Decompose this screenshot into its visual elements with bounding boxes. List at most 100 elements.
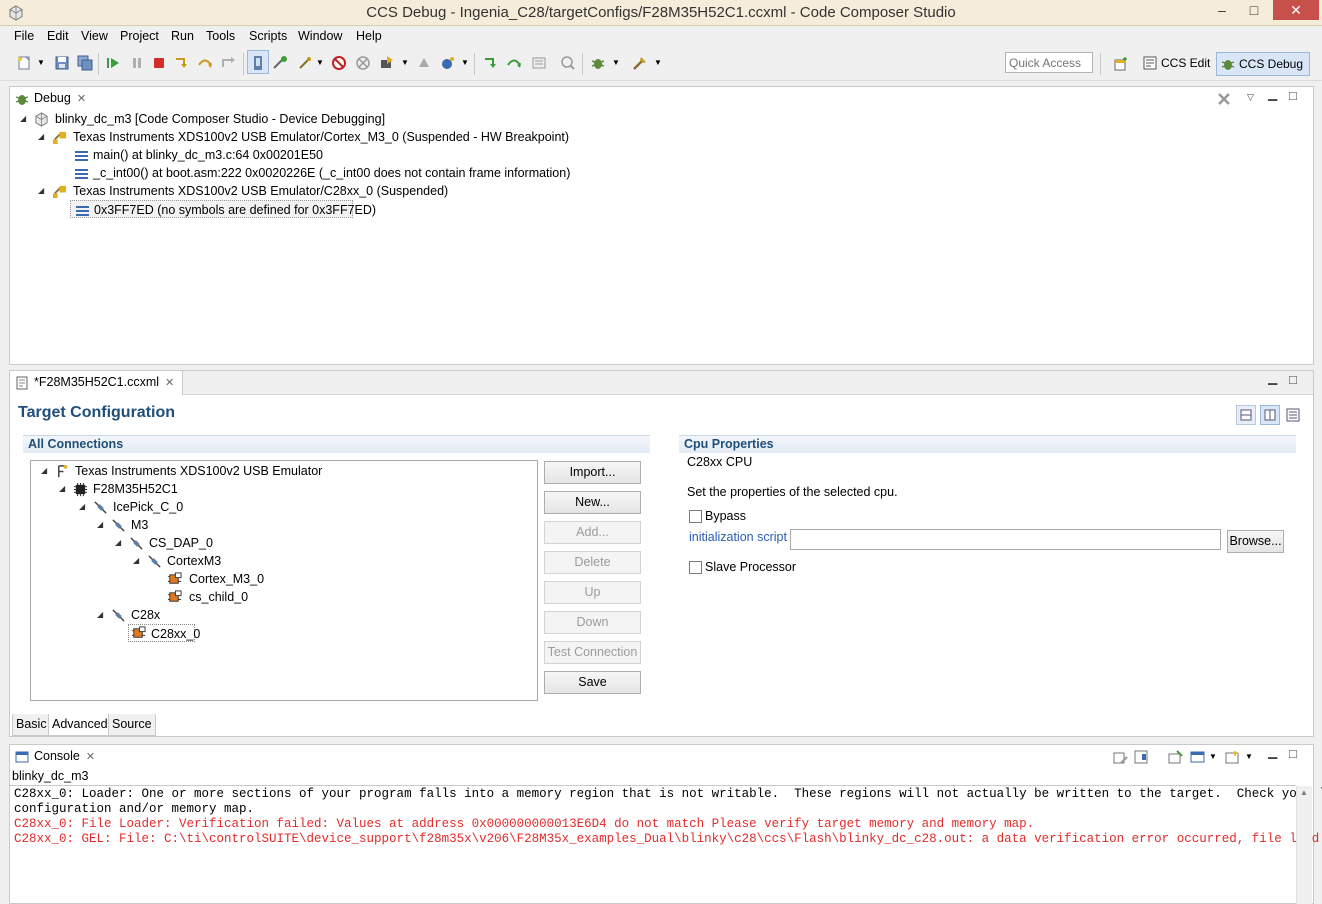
launch-dropdown-icon[interactable]: ▼ (461, 58, 469, 67)
debug-bug-icon[interactable] (590, 55, 606, 71)
load-dropdown-icon[interactable]: ▼ (401, 58, 409, 67)
import-button[interactable]: Import... (544, 461, 641, 484)
debug-tree-frame-selected[interactable]: 0x3FF7ED (no symbols are defined for 0x3… (70, 200, 376, 218)
clear-console-icon[interactable] (1113, 750, 1128, 765)
step-into-icon[interactable] (173, 55, 189, 71)
expand-arrow-icon[interactable]: ◢ (97, 516, 107, 534)
expressions-icon[interactable] (560, 55, 576, 71)
menu-view[interactable]: View (81, 29, 108, 43)
external-tools-icon[interactable] (632, 55, 648, 71)
restart-icon[interactable] (416, 55, 432, 71)
scroll-up-icon[interactable]: ▲ (1300, 788, 1308, 797)
single-layout-icon[interactable] (1286, 408, 1300, 422)
tab-console[interactable]: Console ✕ (10, 745, 104, 769)
menu-window[interactable]: Window (298, 29, 342, 43)
initialization-script-link[interactable]: initialization script (689, 530, 787, 544)
memory-view-icon[interactable] (531, 55, 547, 71)
initialization-script-input[interactable] (790, 529, 1221, 550)
maximize-view-icon[interactable]: □ (1289, 372, 1297, 387)
assembly-step-into-icon[interactable] (482, 55, 498, 71)
display-console-icon[interactable] (1190, 750, 1205, 765)
close-icon[interactable]: ✕ (77, 92, 86, 105)
expand-arrow-icon[interactable]: ◢ (41, 462, 51, 480)
debug-launch-icon[interactable] (440, 55, 456, 71)
display-console-dropdown-icon[interactable]: ▼ (1209, 752, 1217, 761)
save-all-icon[interactable] (77, 55, 93, 71)
horizontal-layout-toggle[interactable] (1236, 405, 1256, 425)
menu-project[interactable]: Project (120, 29, 159, 43)
tree-node-c28xx-0[interactable]: C28xx_0 (128, 624, 200, 642)
menu-help[interactable]: Help (356, 29, 382, 43)
save-icon[interactable] (54, 55, 70, 71)
maximize-view-icon[interactable]: □ (1289, 88, 1297, 103)
test-connection-button[interactable]: Test Connection (544, 641, 641, 664)
scroll-lock-icon[interactable] (1134, 750, 1149, 765)
expand-arrow-icon[interactable]: ◢ (79, 498, 89, 516)
reset-dropdown-icon[interactable]: ▼ (316, 58, 324, 67)
browse-button[interactable]: Browse... (1227, 530, 1284, 553)
remove-breakpoints-icon[interactable] (355, 55, 371, 71)
menu-scripts[interactable]: Scripts (249, 29, 287, 43)
maximize-button[interactable]: □ (1240, 0, 1268, 20)
expand-arrow-icon[interactable]: ◢ (97, 606, 107, 624)
suspend-icon[interactable] (129, 55, 145, 71)
perspective-ccs-debug[interactable]: CCS Debug (1216, 52, 1311, 76)
expand-arrow-icon[interactable]: ◢ (59, 480, 69, 498)
vertical-layout-toggle[interactable] (1260, 405, 1280, 425)
menu-run[interactable]: Run (171, 29, 194, 43)
external-tools-dropdown-icon[interactable]: ▼ (654, 58, 662, 67)
load-program-icon[interactable] (379, 55, 395, 71)
breakpoint-icon[interactable] (331, 55, 347, 71)
menu-file[interactable]: File (14, 29, 34, 43)
step-over-icon[interactable] (197, 55, 213, 71)
add-button[interactable]: Add... (544, 521, 641, 544)
menu-tools[interactable]: Tools (206, 29, 235, 43)
expand-arrow-icon[interactable]: ◢ (115, 534, 125, 552)
open-console-icon[interactable] (1225, 750, 1240, 765)
expand-arrow-icon[interactable]: ◢ (20, 110, 30, 128)
tab-debug[interactable]: Debug ✕ (10, 87, 95, 111)
bypass-checkbox[interactable] (689, 510, 702, 523)
expand-arrow-icon[interactable]: ◢ (38, 128, 48, 146)
connect-target-icon[interactable] (250, 55, 266, 71)
close-button[interactable]: ✕ (1273, 0, 1319, 20)
minimize-view-icon[interactable]: ▁ (1268, 371, 1277, 385)
reset-icon[interactable] (297, 55, 313, 71)
expand-arrow-icon[interactable]: ◢ (133, 552, 143, 570)
connection-tree[interactable]: ◢ Texas Instruments XDS100v2 USB Emulato… (30, 460, 538, 701)
run-target-icon[interactable] (272, 55, 288, 71)
save-button[interactable]: Save (544, 671, 641, 694)
step-return-icon[interactable] (220, 55, 236, 71)
pin-console-icon[interactable] (1168, 750, 1183, 765)
up-button[interactable]: Up (544, 581, 641, 604)
menu-edit[interactable]: Edit (47, 29, 69, 43)
resume-icon[interactable] (105, 55, 121, 71)
assembly-step-over-icon[interactable] (506, 55, 522, 71)
tab-ccxml-file[interactable]: *F28M35H52C1.ccxml ✕ (10, 371, 184, 395)
perspective-ccs-edit[interactable]: CCS Edit (1139, 52, 1216, 76)
expand-arrow-icon[interactable]: ◢ (38, 182, 48, 200)
tab-basic[interactable]: Basic (12, 714, 51, 736)
open-console-dropdown-icon[interactable]: ▼ (1245, 752, 1253, 761)
close-icon[interactable]: ✕ (86, 750, 95, 763)
new-dropdown-icon[interactable]: ▼ (37, 58, 45, 67)
new-icon[interactable] (16, 55, 32, 71)
view-menu-icon[interactable]: ▽ (1247, 92, 1254, 103)
tab-advanced[interactable]: Advanced (48, 714, 112, 736)
minimize-view-icon[interactable]: ▁ (1268, 745, 1277, 759)
minimize-button[interactable]: – (1208, 0, 1236, 20)
minimize-view-icon[interactable]: ▁ (1268, 87, 1277, 101)
terminate-icon[interactable] (151, 55, 167, 71)
close-icon[interactable]: ✕ (165, 376, 174, 389)
slave-processor-checkbox[interactable] (689, 561, 702, 574)
open-perspective-icon[interactable] (1113, 56, 1129, 72)
new-button[interactable]: New... (544, 491, 641, 514)
quick-access-input[interactable] (1005, 52, 1093, 73)
remove-terminated-icon[interactable] (1216, 91, 1232, 107)
tab-source[interactable]: Source (108, 714, 156, 736)
console-scrollbar[interactable]: ▲ (1296, 786, 1312, 904)
debug-dropdown-icon[interactable]: ▼ (612, 58, 620, 67)
down-button[interactable]: Down (544, 611, 641, 634)
maximize-view-icon[interactable]: □ (1289, 746, 1297, 761)
delete-button[interactable]: Delete (544, 551, 641, 574)
